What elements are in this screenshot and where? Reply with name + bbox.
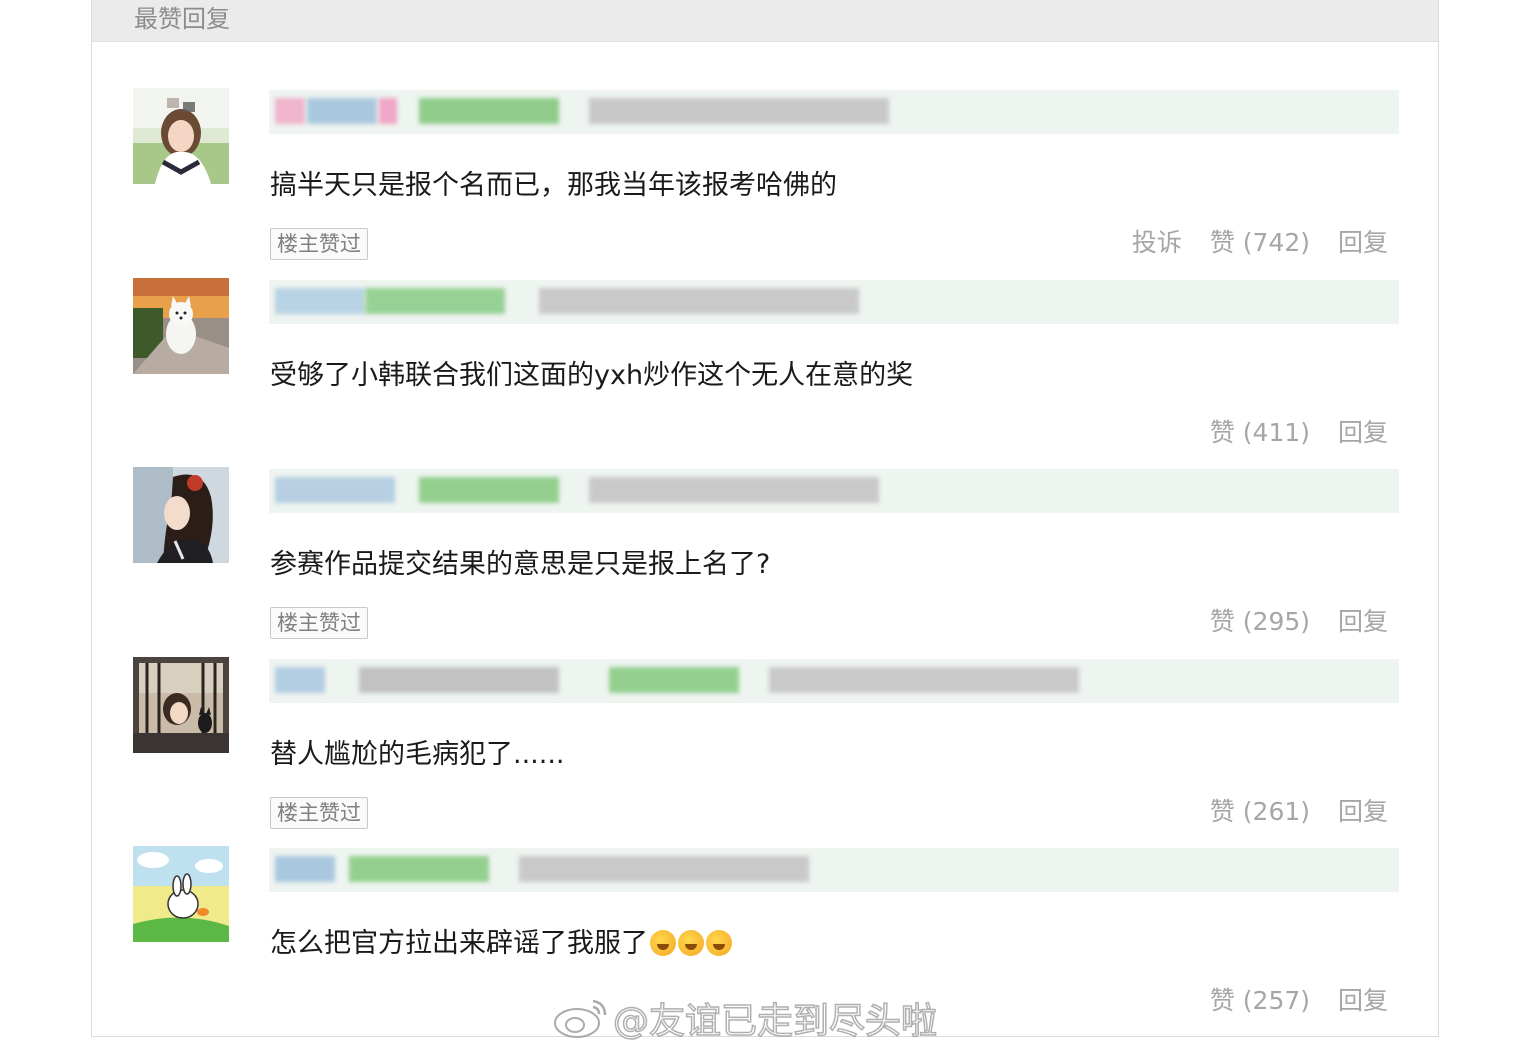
- username-blurred[interactable]: [269, 659, 1399, 703]
- comment-actions: 赞 (295) 回复: [1190, 605, 1388, 639]
- comment-actions: 赞 (257) 回复: [1190, 984, 1388, 1018]
- reply-link[interactable]: 回复: [1338, 607, 1388, 636]
- reply-link[interactable]: 回复: [1338, 797, 1388, 826]
- reply-link[interactable]: 回复: [1338, 418, 1388, 447]
- op-liked-badge: 楼主赞过: [270, 797, 368, 829]
- username-blurred[interactable]: [269, 848, 1399, 892]
- rofl-emoji-icon: [678, 930, 704, 956]
- girl-portrait-avatar[interactable]: [133, 88, 229, 184]
- comment-item: 搞半天只是报个名而已，那我当年该报考哈佛的 楼主赞过 投诉 赞 (742) 回复: [92, 88, 1438, 278]
- comment-item: 替人尴尬的毛病犯了...... 楼主赞过 赞 (261) 回复: [92, 657, 1438, 847]
- reply-link[interactable]: 回复: [1338, 986, 1388, 1015]
- weibo-logo-icon: [554, 999, 607, 1038]
- comment-text-content: 怎么把官方拉出来辟谣了我服了: [270, 928, 648, 959]
- comment-text: 参赛作品提交结果的意思是只是报上名了?: [270, 549, 771, 580]
- woman-profile-avatar[interactable]: [133, 467, 229, 563]
- like-link[interactable]: 赞 (742): [1210, 228, 1310, 257]
- comment-actions: 赞 (261) 回复: [1190, 795, 1388, 829]
- report-link[interactable]: 投诉: [1132, 228, 1182, 257]
- like-link[interactable]: 赞 (411): [1210, 418, 1310, 447]
- username-blurred[interactable]: [269, 280, 1399, 324]
- comment-text: 替人尴尬的毛病犯了......: [270, 739, 565, 770]
- like-link[interactable]: 赞 (257): [1210, 986, 1310, 1015]
- weibo-watermark: @友谊已走到尽头啦: [553, 995, 938, 1044]
- comment-actions: 赞 (411) 回复: [1190, 416, 1388, 450]
- comment-text: 受够了小韩联合我们这面的yxh炒作这个无人在意的奖: [270, 360, 914, 391]
- op-liked-badge: 楼主赞过: [270, 228, 368, 260]
- top-replies-panel: 最赞回复 搞半天只是报个名而已，那我当年该报考哈佛的 楼主赞过 投诉 赞 (74…: [91, 0, 1439, 1037]
- panel-title: 最赞回复: [134, 5, 230, 33]
- reply-link[interactable]: 回复: [1338, 228, 1388, 257]
- anime-girl-cat-avatar[interactable]: [133, 657, 229, 753]
- username-blurred[interactable]: [269, 469, 1399, 513]
- panel-header: 最赞回复: [92, 0, 1438, 42]
- op-liked-badge: 楼主赞过: [270, 607, 368, 639]
- comment-text: 怎么把官方拉出来辟谣了我服了: [270, 926, 732, 962]
- cartoon-rabbit-avatar[interactable]: [133, 846, 229, 942]
- rofl-emoji-icon: [650, 930, 676, 956]
- like-link[interactable]: 赞 (295): [1210, 607, 1310, 636]
- white-dog-avatar[interactable]: [133, 278, 229, 374]
- comment-text: 搞半天只是报个名而已，那我当年该报考哈佛的: [270, 170, 837, 201]
- comment-item: 参赛作品提交结果的意思是只是报上名了? 楼主赞过 赞 (295) 回复: [92, 467, 1438, 657]
- comment-actions: 投诉 赞 (742) 回复: [1112, 226, 1388, 260]
- comment-item: 受够了小韩联合我们这面的yxh炒作这个无人在意的奖 赞 (411) 回复: [92, 278, 1438, 468]
- rofl-emoji-icon: [706, 930, 732, 956]
- like-link[interactable]: 赞 (261): [1210, 797, 1310, 826]
- watermark-text: @友谊已走到尽头啦: [612, 1000, 938, 1043]
- username-blurred[interactable]: [269, 90, 1399, 134]
